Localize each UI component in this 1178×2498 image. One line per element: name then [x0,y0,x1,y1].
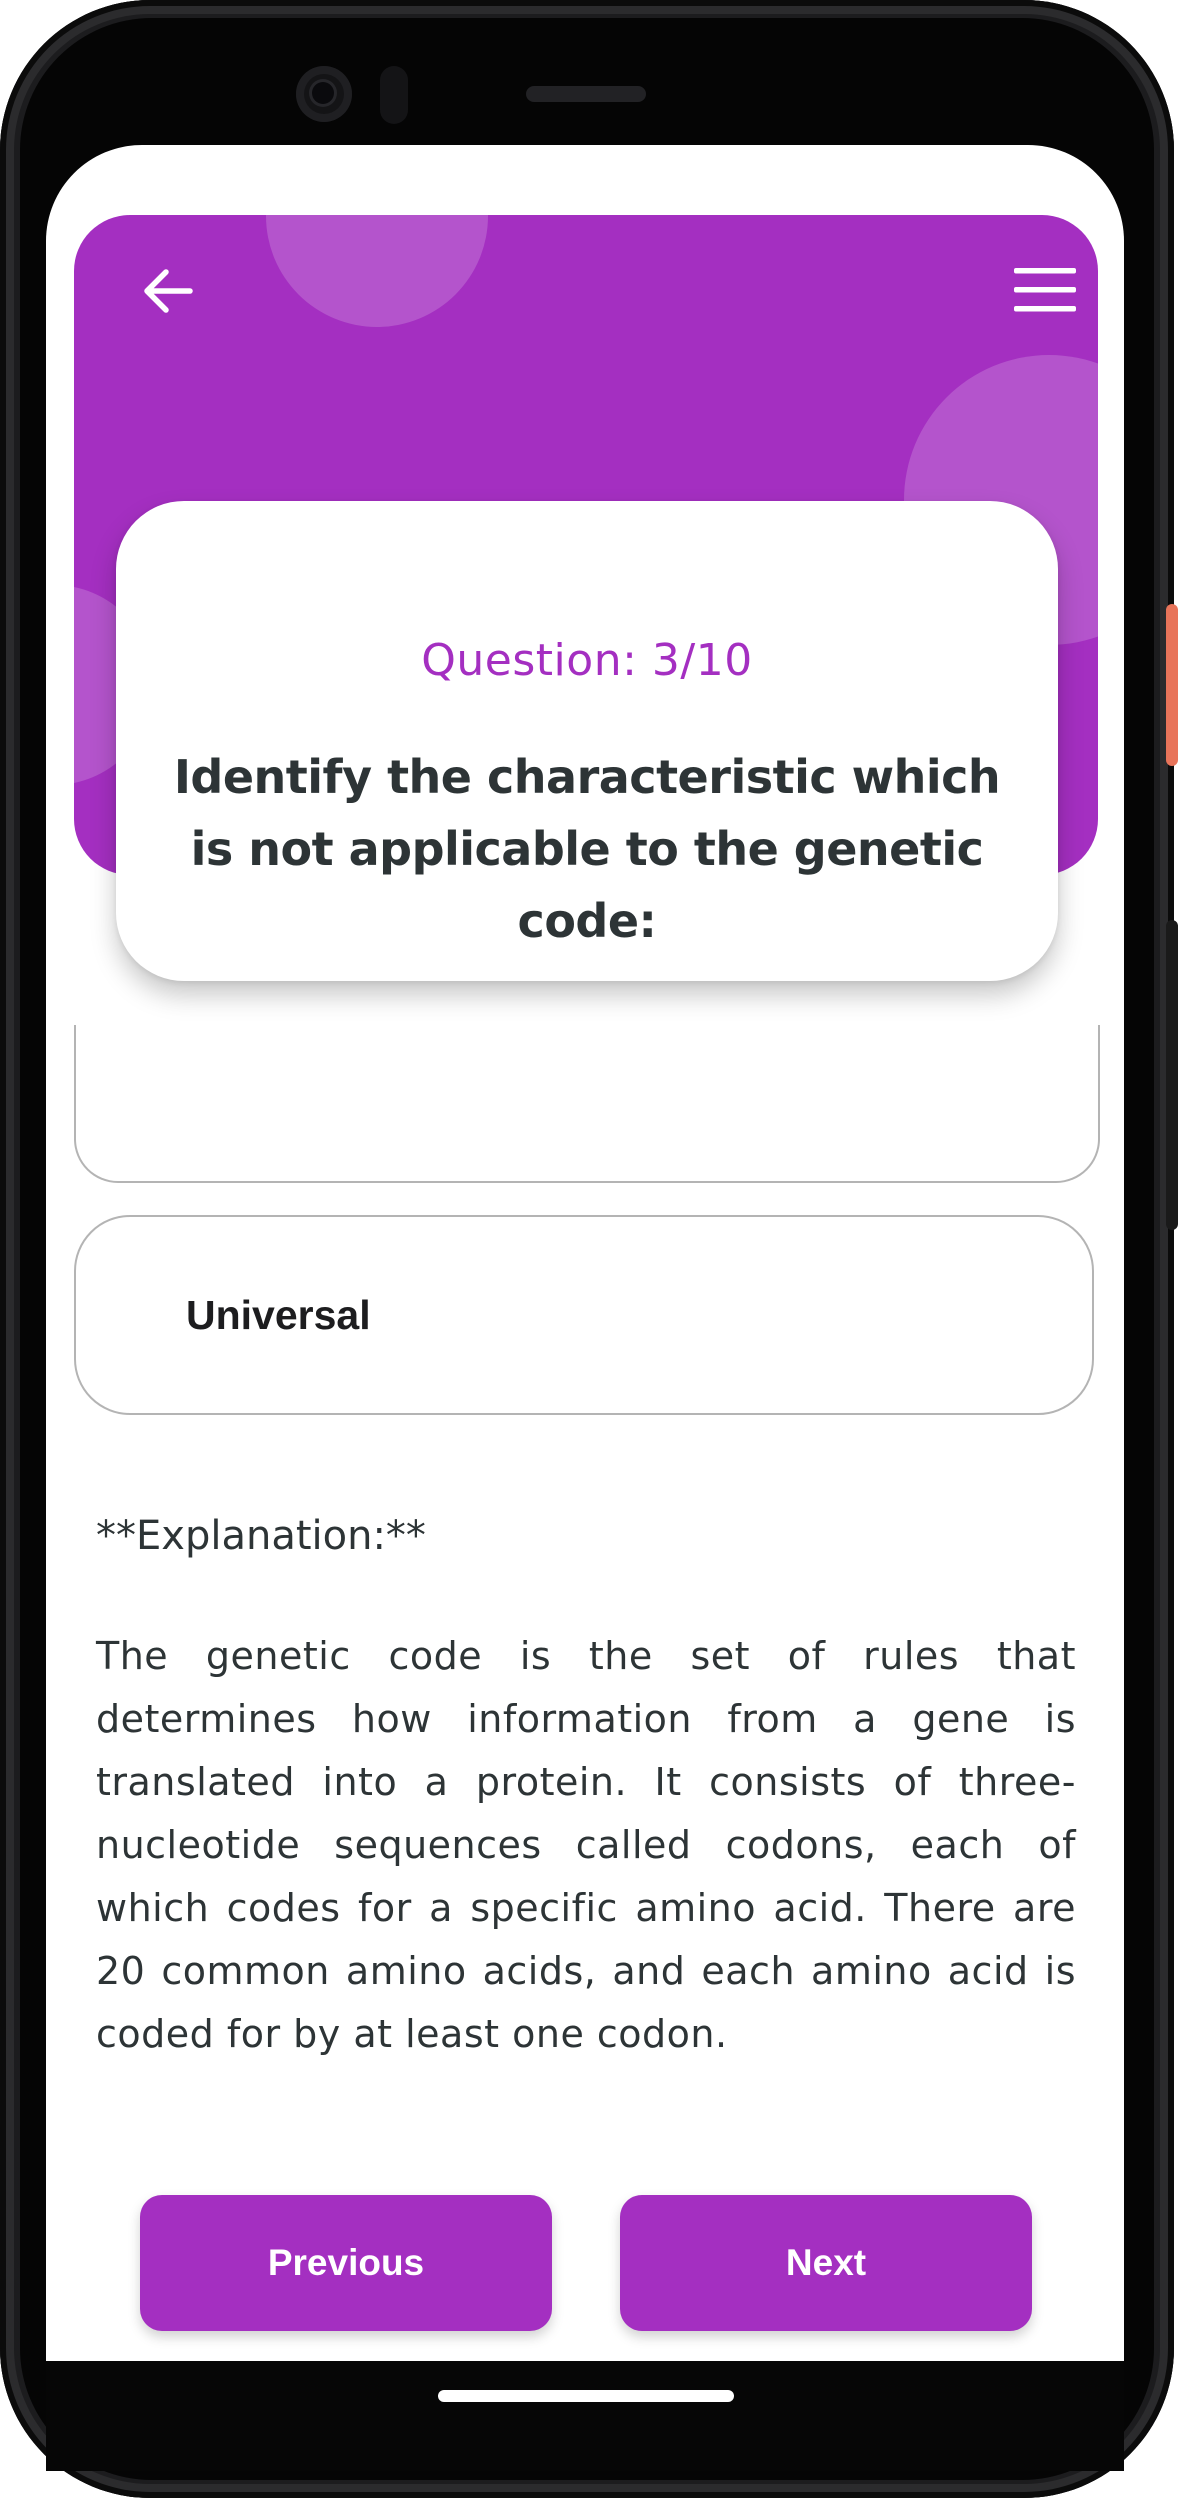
volume-button [1166,920,1178,1230]
back-button[interactable] [132,255,204,327]
earpiece-speaker [526,86,646,102]
home-indicator[interactable] [438,2390,734,2402]
hamburger-menu-icon [1014,268,1076,312]
app-screen: Question: 3/10 Identify the characterist… [46,145,1124,2361]
explanation-body: The genetic code is the set of rules tha… [96,1634,1076,2056]
previous-button[interactable]: Previous [140,2195,552,2331]
front-camera-icon [296,66,352,122]
sensor-icon [380,66,408,124]
question-text: Identify the characteristic which is not… [173,750,1001,948]
system-navigation-bar [46,2361,1124,2471]
explanation-title: **Explanation:** [96,1513,426,1559]
decorative-circle [266,215,488,327]
question-counter: Question: 3/10 [421,635,753,686]
answer-option-partial[interactable] [74,1025,1100,1183]
arrow-left-icon [144,269,193,313]
menu-button[interactable] [1010,255,1080,325]
next-button[interactable]: Next [620,2195,1032,2331]
answer-option[interactable]: Universal [74,1215,1094,1415]
answer-option-label: Universal [186,1291,371,1338]
power-button [1166,604,1178,766]
question-card: Question: 3/10 Identify the characterist… [116,501,1058,981]
